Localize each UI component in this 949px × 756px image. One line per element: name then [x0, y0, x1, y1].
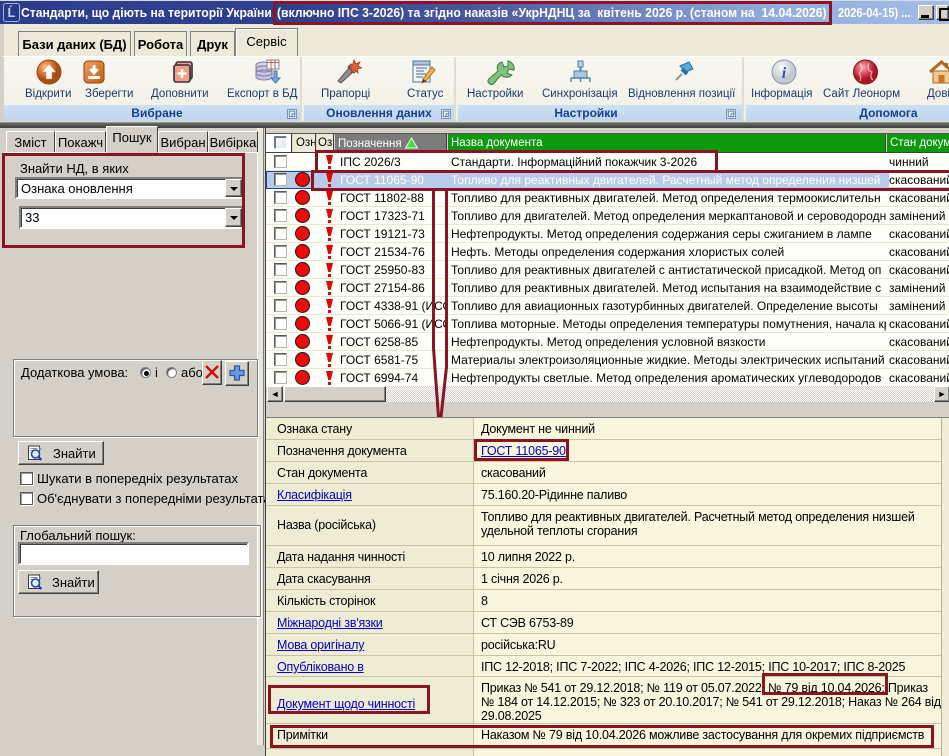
svg-text:i: i: [782, 65, 787, 82]
